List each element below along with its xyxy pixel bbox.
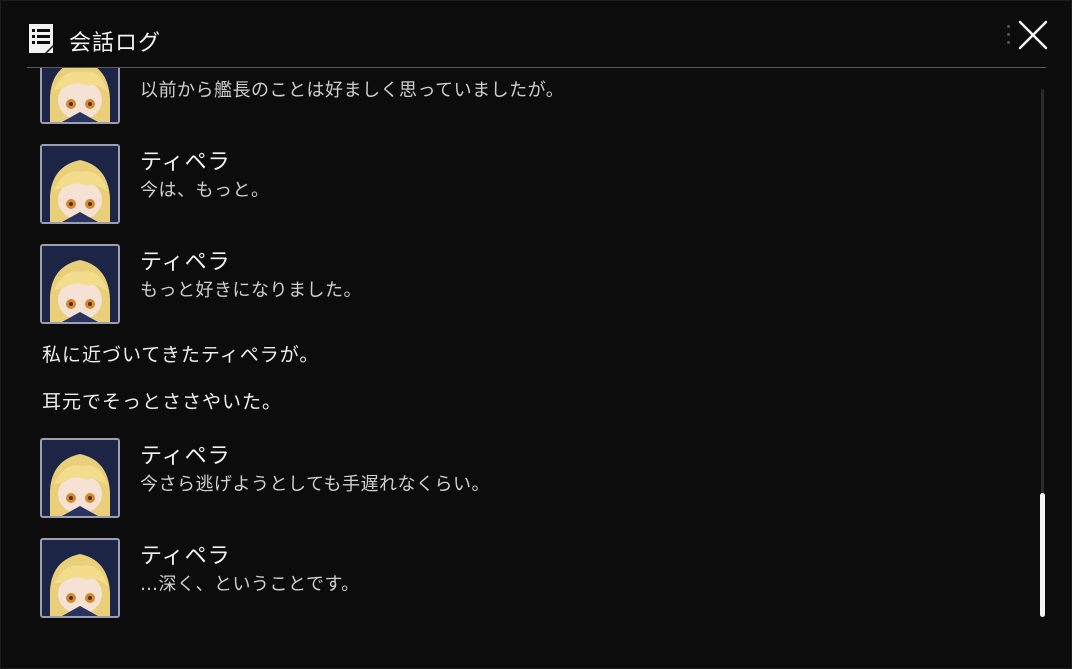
speaker-name: ティペラ (140, 444, 231, 469)
log-entry: ティペラ 今は、もっと。 (40, 144, 1020, 224)
drag-handle-icon (1007, 25, 1011, 49)
dialogue-text: 今さら逃げようとしても手遅れなくらい。 (140, 474, 491, 495)
page-title: 会話ログ (69, 31, 162, 56)
avatar (40, 438, 120, 518)
dialogue-text: 以前から艦長のことは好ましく思っていましたが。 (140, 80, 565, 101)
avatar (40, 68, 120, 124)
log-entry: ティペラ もっと好きになりました。 (40, 244, 1020, 324)
dialogue-text: もっと好きになりました。 (140, 280, 362, 301)
tipera-portrait-icon (42, 440, 118, 516)
speaker-name: ティペラ (140, 150, 231, 175)
narration-text: 耳元でそっとささやいた。 (42, 391, 283, 413)
speaker-name: ティペラ (140, 544, 231, 569)
dialogue-text: 今は、もっと。 (140, 180, 270, 201)
log-entry: ティペラ …深く、ということです。 (40, 538, 1020, 618)
narration-text: 私に近づいてきたティペラが。 (42, 344, 320, 366)
close-icon[interactable] (1017, 19, 1049, 51)
log-document-icon (29, 24, 53, 53)
tipera-portrait-icon (42, 68, 118, 122)
log-list[interactable]: 以前から艦長のことは好ましく思っていましたが。 ティペラ 今は、もっと。 ティペ… (27, 68, 1032, 643)
conversation-log-panel: 会話ログ 以前から艦長のことは好ましく思っていましたが。 ティペラ 今は、もっと… (0, 0, 1072, 669)
avatar (40, 144, 120, 224)
tipera-portrait-icon (42, 146, 118, 222)
speaker-name: ティペラ (140, 250, 231, 275)
scrollbar-thumb[interactable] (1040, 493, 1045, 617)
dialogue-text: …深く、ということです。 (140, 574, 360, 595)
tipera-portrait-icon (42, 540, 118, 616)
avatar (40, 538, 120, 618)
log-entry: 以前から艦長のことは好ましく思っていましたが。 (40, 68, 1020, 124)
tipera-portrait-icon (42, 246, 118, 322)
avatar (40, 244, 120, 324)
log-header: 会話ログ (27, 19, 1047, 59)
log-entry: ティペラ 今さら逃げようとしても手遅れなくらい。 (40, 438, 1020, 518)
